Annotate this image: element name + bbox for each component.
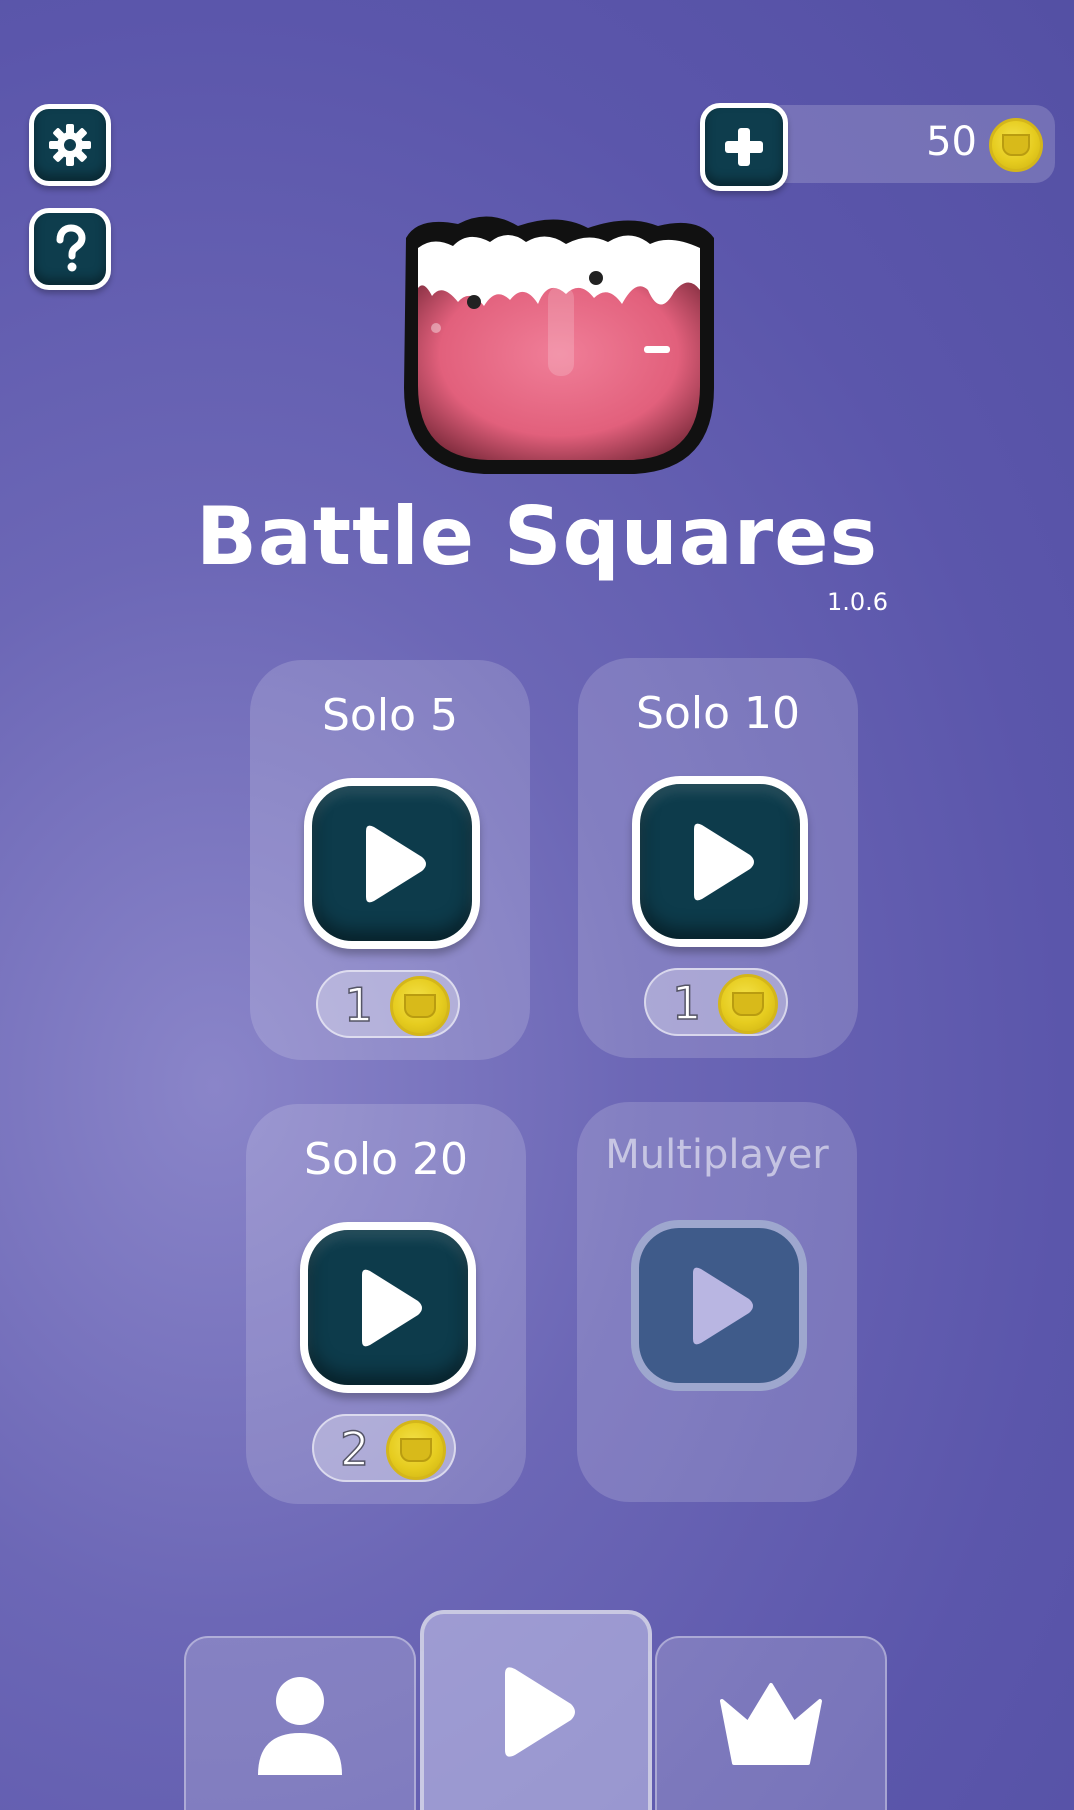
play-multiplayer-button[interactable] (631, 1220, 807, 1391)
nav-tab-leaderboard[interactable] (655, 1636, 887, 1810)
nav-tab-play[interactable] (420, 1610, 652, 1810)
play-icon (366, 825, 426, 902)
game-title: Battle Squares (195, 490, 879, 583)
play-solo-20-button[interactable] (300, 1222, 476, 1393)
settings-button[interactable] (29, 104, 111, 186)
mode-card-solo-5: Solo 5 1 (250, 660, 530, 1060)
cost-value: 1 (343, 977, 374, 1033)
crown-icon (720, 1683, 822, 1765)
play-icon (362, 1269, 422, 1346)
play-solo-5-button[interactable] (304, 778, 480, 949)
cost-value: 2 (339, 1421, 370, 1477)
person-icon (258, 1677, 342, 1775)
question-icon (56, 224, 86, 272)
app-version: 1.0.6 (827, 588, 889, 616)
cost-badge: 2 (312, 1414, 456, 1482)
play-icon (694, 823, 754, 900)
mode-card-multiplayer: Multiplayer (577, 1102, 857, 1502)
coin-balance: 50 (926, 119, 977, 165)
plus-icon (725, 128, 763, 166)
mode-title: Solo 20 (304, 1134, 468, 1185)
mode-card-solo-10: Solo 10 1 (578, 658, 858, 1058)
crown-coin-icon (390, 976, 450, 1036)
nav-tab-profile[interactable] (184, 1636, 416, 1810)
mode-card-solo-20: Solo 20 2 (246, 1104, 526, 1504)
game-logo (398, 208, 720, 483)
play-icon (693, 1267, 753, 1344)
cost-value: 1 (671, 975, 702, 1031)
mode-title: Solo 5 (322, 690, 458, 741)
gear-icon (49, 124, 91, 166)
cost-badge: 1 (316, 970, 460, 1038)
play-icon (505, 1667, 575, 1757)
play-solo-10-button[interactable] (632, 776, 808, 947)
crown-coin-icon (718, 974, 778, 1034)
crown-coin-icon (386, 1420, 446, 1480)
crown-coin-icon (989, 118, 1043, 172)
mode-title: Solo 10 (636, 688, 800, 739)
help-button[interactable] (29, 208, 111, 290)
cost-badge: 1 (644, 968, 788, 1036)
mode-title: Multiplayer (605, 1132, 829, 1178)
coin-balance-bar: 50 (760, 105, 1055, 183)
add-coins-button[interactable] (700, 103, 788, 191)
